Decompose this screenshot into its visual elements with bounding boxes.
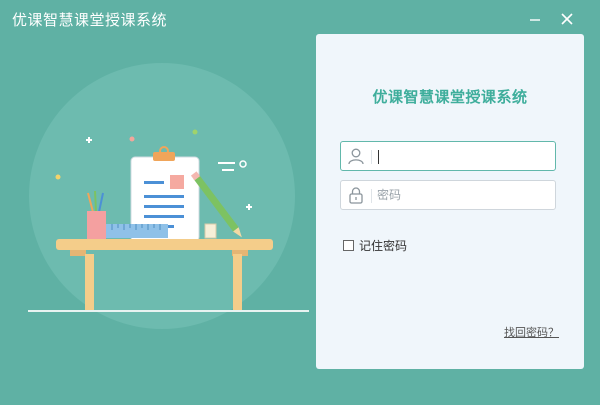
remember-password[interactable]: 记住密码 (343, 237, 407, 254)
login-window: 优课智慧课堂授课系统 优课智慧课堂授课系统 记住密码 找回密码？ (0, 0, 600, 405)
minimize-icon (530, 19, 540, 21)
field-divider (371, 189, 372, 203)
password-field[interactable] (340, 180, 556, 210)
lock-icon (349, 187, 363, 204)
user-icon (348, 148, 364, 165)
field-divider (371, 150, 372, 164)
ruler-graphic (106, 224, 168, 238)
remember-checkbox[interactable] (343, 240, 354, 251)
dot-decoration (129, 136, 135, 142)
username-input[interactable] (377, 146, 547, 166)
password-input[interactable] (377, 185, 547, 205)
login-panel: 优课智慧课堂授课系统 记住密码 找回密码？ (316, 34, 584, 369)
forgot-password-link[interactable]: 找回密码？ (504, 324, 559, 340)
login-heading: 优课智慧课堂授课系统 (372, 88, 528, 106)
eraser-graphic (204, 223, 217, 239)
desk-illustration (28, 63, 309, 329)
username-field[interactable] (340, 141, 556, 171)
text-caret (378, 150, 379, 164)
close-button[interactable] (554, 6, 580, 32)
minimize-button[interactable] (522, 6, 548, 32)
remember-label: 记住密码 (359, 239, 408, 253)
close-icon (561, 13, 573, 25)
